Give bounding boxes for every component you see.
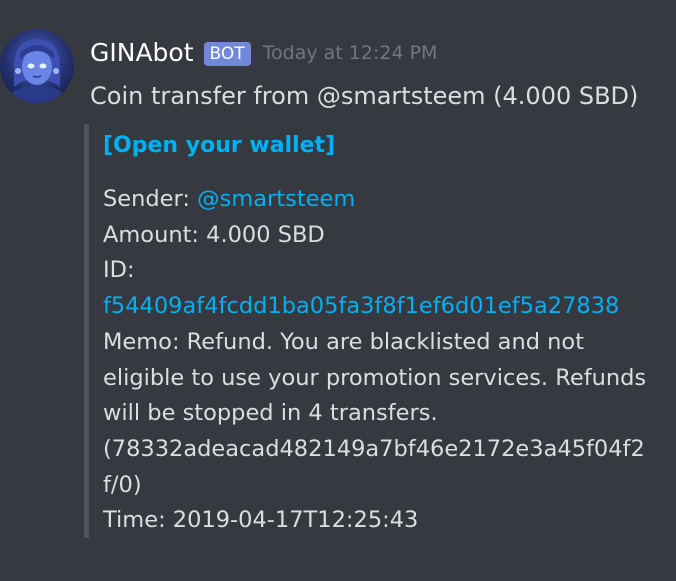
message-embed: [Open your wallet] Sender: @smartsteem A… [84, 124, 664, 538]
sender-label: Sender: [103, 186, 198, 212]
memo-line-2: eligible to use your promotion services.… [103, 364, 647, 391]
bot-badge: BOT [203, 41, 251, 66]
embed-description: Sender: @smartsteem Amount: 4.000 SBD ID… [103, 182, 663, 539]
open-wallet-link[interactable]: [Open your wallet] [103, 128, 335, 164]
amount-line: Amount: 4.000 SBD [103, 221, 325, 248]
message-timestamp: Today at 12:24 PM [262, 42, 438, 64]
transaction-id-link[interactable]: f54409af4fcdd1ba05fa3f8f1ef6d01ef5a27838 [103, 289, 663, 325]
sender-line: Sender: @smartsteem [103, 182, 663, 218]
memo-line-4: (78332adeacad482149a7bf46e2172e3a45f04f2 [103, 435, 645, 462]
id-label: ID: [103, 257, 135, 284]
memo-line-5: f/0) [103, 471, 142, 498]
message-content: Coin transfer from @smartsteem (4.000 SB… [90, 82, 639, 110]
chat-message: GINAbot BOT Today at 12:24 PM Coin trans… [0, 0, 676, 581]
time-line: Time: 2019-04-17T12:25:43 [103, 507, 419, 534]
sender-link[interactable]: @smartsteem [197, 186, 355, 212]
message-header: GINAbot BOT Today at 12:24 PM [90, 32, 437, 72]
username[interactable]: GINAbot [90, 38, 194, 67]
robot-avatar-icon[interactable] [0, 29, 74, 103]
memo-line-1: Memo: Refund. You are blacklisted and no… [103, 328, 585, 355]
memo-line-3: will be stopped in 4 transfers. [103, 400, 438, 427]
